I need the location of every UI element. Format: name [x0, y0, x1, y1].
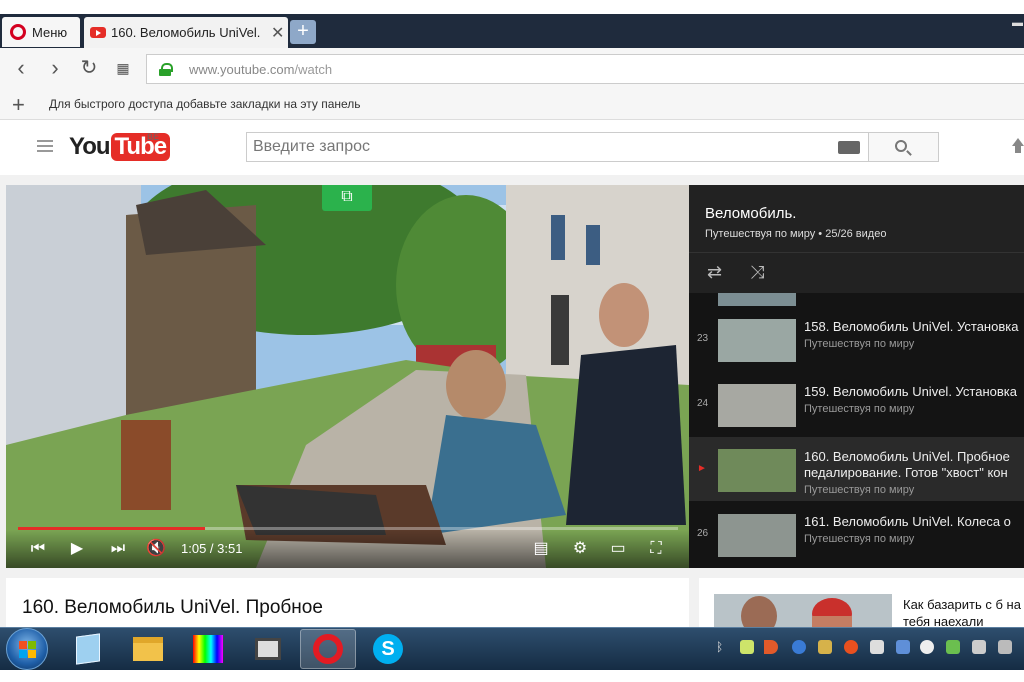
video-thumbnail: [718, 293, 796, 306]
video-player[interactable]: [6, 185, 689, 568]
video-title: 160. Веломобиль UniVel. Пробное: [22, 597, 323, 618]
opera-menu-button[interactable]: Меню: [2, 17, 80, 47]
mute-icon[interactable]: 🔇: [145, 538, 167, 560]
network-icon[interactable]: [792, 640, 806, 654]
tab-title: 160. Веломобиль UniVel.: [111, 25, 261, 40]
play-icon[interactable]: ▶: [66, 538, 88, 560]
tray-app3-icon[interactable]: [946, 640, 960, 654]
item-title: 159. Веломобиль Univel. Установка: [804, 384, 1017, 399]
skype-taskbar-icon[interactable]: S: [360, 629, 416, 669]
progress-played: [18, 527, 206, 530]
notepad-taskbar-icon[interactable]: [60, 629, 116, 669]
menu-label: Меню: [32, 24, 68, 40]
display-icon[interactable]: [972, 640, 986, 654]
alert-icon[interactable]: [844, 640, 858, 654]
forward-icon[interactable]: ›: [42, 56, 68, 82]
related-thumbnail-image: [714, 594, 892, 628]
playlist-divider: [689, 252, 1024, 253]
windows-logo-part: [28, 650, 36, 658]
time-display: 1:05 / 3:51: [181, 541, 243, 556]
volume-icon[interactable]: [764, 640, 778, 654]
item-channel: Путешествуя по миру: [804, 484, 915, 496]
screen-bottom-edge: [0, 670, 1024, 682]
video-thumbnail: [718, 449, 796, 492]
theater-mode-icon[interactable]: ▭: [606, 538, 630, 560]
playlist-title[interactable]: Веломобиль.: [705, 205, 796, 222]
tray-tool-icon[interactable]: [818, 640, 832, 654]
keyboard-icon[interactable]: [838, 141, 860, 154]
region-code: BE: [147, 132, 160, 142]
opera-logo-icon: [10, 24, 26, 40]
item-channel: Путешествуя по миру: [804, 403, 915, 415]
window-top-edge: [0, 0, 1024, 14]
shuffle-icon[interactable]: ⤨: [750, 262, 764, 283]
previous-icon[interactable]: ⏮: [27, 538, 49, 560]
related-thumbnail[interactable]: [714, 594, 892, 628]
speed-dial-icon[interactable]: ▦: [110, 56, 136, 82]
fullscreen-icon[interactable]: ⛶: [645, 538, 667, 560]
tab-menu-icon[interactable]: ▬: [1012, 17, 1024, 31]
windows-logo-part: [19, 650, 27, 658]
tray-doc-icon[interactable]: [896, 640, 910, 654]
opera-taskbar-icon[interactable]: [300, 629, 356, 669]
item-title: 160. Веломобиль UniVel. Пробное: [804, 449, 1010, 464]
search-icon: [895, 140, 907, 152]
loop-icon[interactable]: ⇄: [707, 262, 722, 283]
guide-menu-icon[interactable]: [37, 140, 53, 152]
playlist-meta: Путешествуя по миру • 25/26 видео: [705, 228, 887, 240]
video-thumbnail: [718, 319, 796, 362]
subtitles-icon[interactable]: ▤: [530, 538, 552, 560]
video-thumbnail: [718, 514, 796, 557]
new-tab-button[interactable]: +: [290, 20, 316, 44]
paint-taskbar-icon[interactable]: [180, 629, 236, 669]
tray-app2-icon[interactable]: [920, 640, 934, 654]
bookmarks-hint: Для быстрого доступа добавьте закладки н…: [49, 97, 361, 111]
search-button[interactable]: [868, 132, 939, 162]
logo-you: You: [69, 133, 111, 160]
upload-icon[interactable]: [1010, 138, 1024, 156]
item-channel: Путешествуя по миру: [804, 533, 915, 545]
logo-tube: Tube: [110, 133, 171, 161]
cards-icon[interactable]: ⧉: [322, 185, 372, 211]
item-index: 23: [697, 333, 709, 344]
flag-icon[interactable]: [870, 640, 884, 654]
video-thumbnail: [718, 384, 796, 427]
address-bar[interactable]: www.youtube.com /watch: [146, 54, 1024, 84]
item-channel: Путешествуя по миру: [804, 338, 915, 350]
browser-tab[interactable]: 160. Веломобиль UniVel. ✕: [84, 17, 288, 48]
search-input[interactable]: Введите запрос: [246, 132, 870, 162]
back-icon[interactable]: ‹: [8, 56, 34, 82]
url-path: /watch: [294, 61, 333, 77]
bluetooth-icon[interactable]: ᛒ: [716, 640, 730, 654]
add-bookmark-icon[interactable]: +: [12, 92, 25, 118]
youtube-favicon-icon: [90, 27, 106, 38]
item-index: 26: [697, 528, 709, 539]
now-playing-icon: ►: [697, 463, 707, 474]
related-title: Как базарить с б на тебя наехали: [903, 597, 1021, 629]
secure-lock-icon: [159, 62, 173, 76]
next-icon[interactable]: ⏭: [107, 538, 129, 560]
item-title-line2: педалирование. Готов "хвост" кон: [804, 465, 1008, 480]
explorer-taskbar-icon[interactable]: [120, 629, 176, 669]
item-index: 24: [697, 398, 709, 409]
url-host: www.youtube.com: [189, 61, 295, 77]
windows-logo-icon: [19, 641, 27, 649]
close-tab-icon[interactable]: ✕: [271, 23, 284, 43]
video-frame-image: [6, 185, 689, 568]
tray-app-icon[interactable]: [740, 640, 754, 654]
start-button[interactable]: [6, 628, 48, 670]
settings-gear-icon[interactable]: ⚙: [569, 538, 591, 560]
list-item-current[interactable]: ► 160. Веломобиль UniVel. Пробное педали…: [689, 437, 1024, 501]
computer-taskbar-icon[interactable]: [240, 629, 296, 669]
list-item-partial: [689, 293, 1024, 307]
windows-logo-part: [28, 641, 36, 649]
list-item[interactable]: 23 158. Веломобиль UniVel. Установка Пут…: [689, 307, 1024, 371]
item-title: 161. Веломобиль UniVel. Колеса о: [804, 514, 1011, 529]
item-title: 158. Веломобиль UniVel. Установка: [804, 319, 1019, 334]
reload-icon[interactable]: ↻: [76, 56, 102, 82]
tray-app4-icon[interactable]: [998, 640, 1012, 654]
list-item[interactable]: 26 161. Веломобиль UniVel. Колеса о Путе…: [689, 502, 1024, 566]
list-item[interactable]: 24 159. Веломобиль Univel. Установка Пут…: [689, 372, 1024, 436]
